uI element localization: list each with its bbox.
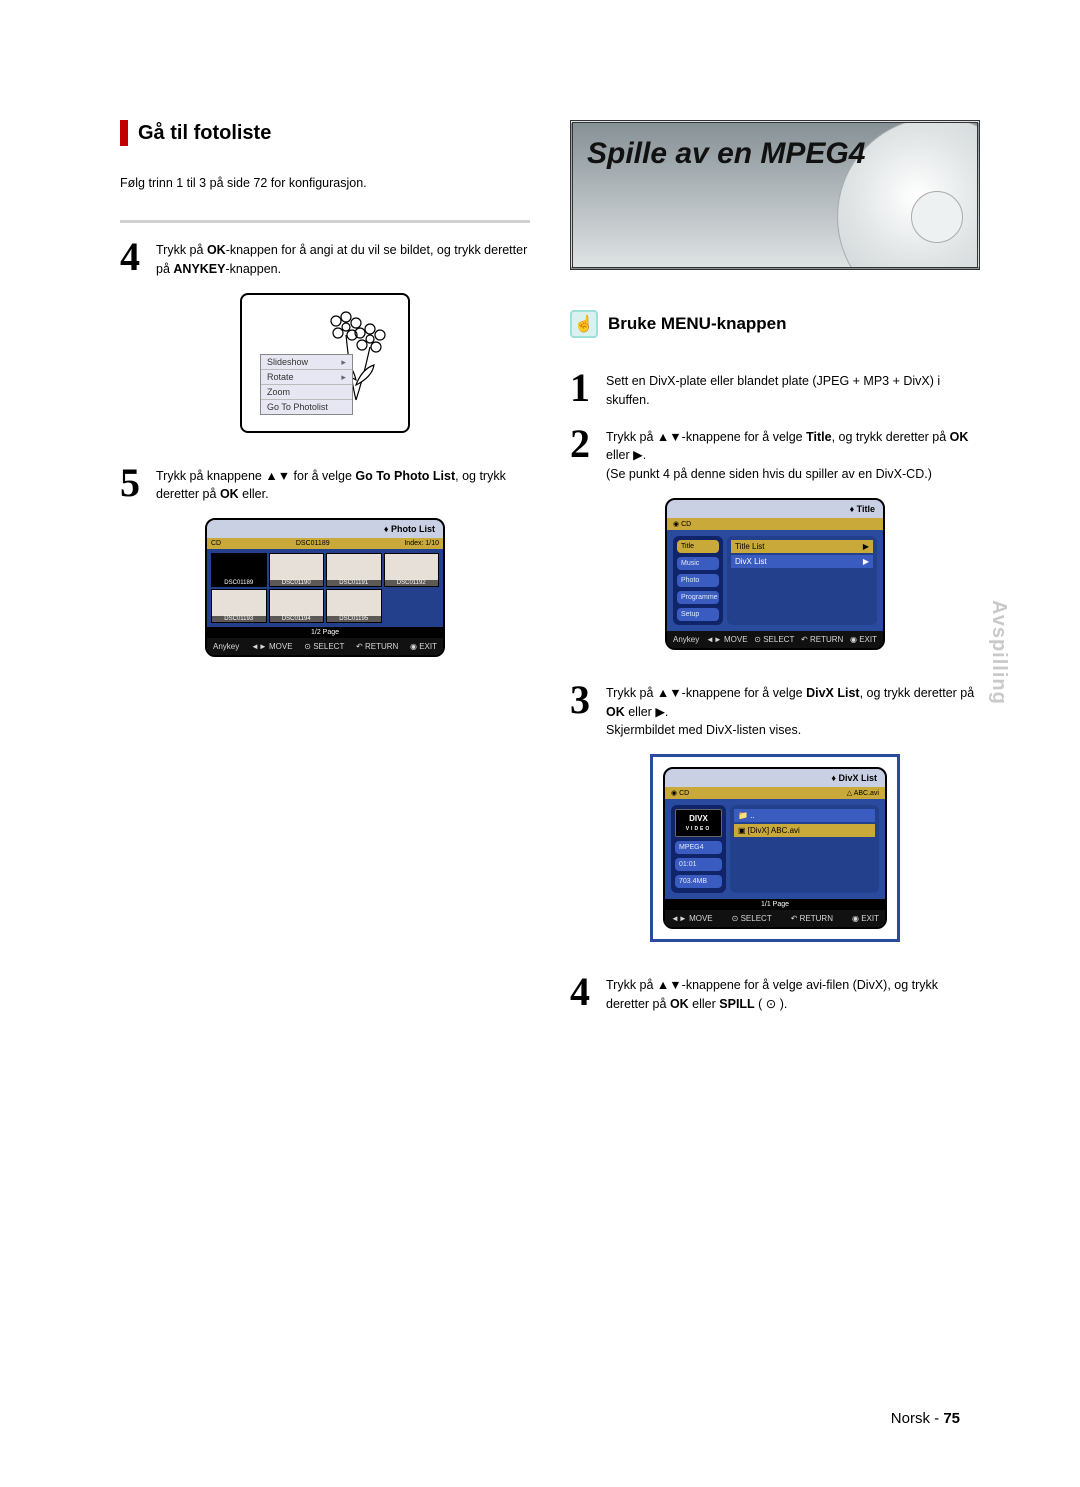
menu-row-title-list[interactable]: Title List▶: [731, 540, 873, 553]
step-number: 4: [570, 972, 596, 1012]
context-menu: Slideshow Rotate Zoom Go To Photolist: [260, 354, 353, 415]
info-size: 703.4MB: [675, 875, 722, 888]
side-tab: Avspilling: [987, 600, 1010, 705]
rule: [120, 220, 530, 223]
page-indicator: 1/2 Page: [207, 627, 443, 638]
hint-exit: ◉ EXIT: [850, 635, 877, 644]
page-footer: Norsk - 75: [891, 1410, 960, 1427]
step-text: Trykk på ▲▼-knappene for å velge DivX Li…: [606, 680, 980, 740]
feature-banner: Spille av en MPEG4: [570, 120, 980, 270]
hint-move: ◄► MOVE: [706, 635, 748, 644]
hint-return: ↶ RETURN: [791, 914, 833, 923]
step-text: Trykk på knappene ▲▼ for å velge Go To P…: [156, 463, 530, 505]
info-time: 01:01: [675, 858, 722, 871]
info-mpeg4: MPEG4: [675, 841, 722, 854]
hint-select: ⊙ SELECT: [754, 635, 794, 644]
hint-select: ⊙ SELECT: [732, 914, 772, 923]
folder-up[interactable]: 📁 ..: [734, 809, 875, 822]
divx-logo: DIVXVIDEO: [675, 809, 722, 837]
step-number: 4: [120, 237, 146, 277]
sidebar-item-photo[interactable]: Photo: [677, 574, 719, 587]
menu-item-goto-photolist[interactable]: Go To Photolist: [261, 400, 352, 414]
menu-item-slideshow[interactable]: Slideshow: [261, 355, 352, 370]
photo-thumb[interactable]: DSC01195: [326, 589, 382, 623]
step-text: Sett en DivX-plate eller blandet plate (…: [606, 368, 980, 410]
section-heading: Gå til fotoliste: [138, 122, 271, 145]
hint-move: ◄► MOVE: [251, 642, 293, 651]
step-number: 3: [570, 680, 596, 720]
file-item[interactable]: ▣ [DivX] ABC.avi: [734, 824, 875, 837]
photo-thumb[interactable]: DSC01191: [326, 553, 382, 587]
feature-title: Spille av en MPEG4: [587, 137, 865, 171]
page-indicator: 1/1 Page: [665, 899, 885, 910]
hint-move: ◄► MOVE: [671, 914, 713, 923]
menu-item-zoom[interactable]: Zoom: [261, 385, 352, 400]
right-column: Spille av en MPEG4 ☝ Bruke MENU-knappen …: [570, 120, 980, 1028]
sidebar-item-setup[interactable]: Setup: [677, 608, 719, 621]
hint-anykey: Anykey: [213, 642, 239, 651]
step-number: 5: [120, 463, 146, 503]
hint-exit: ◉ EXIT: [852, 914, 879, 923]
divx-list-frame: DivX List ◉ CD △ ABC.avi DIVXVIDEO MPEG4…: [650, 754, 900, 942]
left-column: Gå til fotoliste Følg trinn 1 til 3 på s…: [120, 120, 530, 1028]
hint-exit: ◉ EXIT: [410, 642, 437, 651]
step-text: Trykk på ▲▼-knappene for å velge Title, …: [606, 424, 980, 484]
photo-thumb-empty: [384, 589, 440, 623]
divx-list-osd: DivX List ◉ CD △ ABC.avi DIVXVIDEO MPEG4…: [663, 767, 887, 929]
osd-title: Title: [667, 500, 883, 518]
photo-thumb[interactable]: DSC01194: [269, 589, 325, 623]
hint-select: ⊙ SELECT: [304, 642, 344, 651]
section-bar: [120, 120, 128, 146]
hand-icon: ☝: [570, 310, 598, 338]
sidebar-item-music[interactable]: Music: [677, 557, 719, 570]
osd-title: DivX List: [665, 769, 885, 787]
photo-list-osd: Photo List CD DSC01189 Index: 1/10 DSC01…: [205, 518, 445, 657]
menu-row-divx-list[interactable]: DivX List▶: [731, 555, 873, 568]
osd-index: Index: 1/10: [404, 540, 439, 547]
photo-thumb[interactable]: DSC01190: [269, 553, 325, 587]
photo-thumb[interactable]: DSC01192: [384, 553, 440, 587]
preview-image-box: Slideshow Rotate Zoom Go To Photolist: [240, 293, 410, 433]
step-text: Trykk på ▲▼-knappene for å velge avi-fil…: [606, 972, 980, 1014]
intro-text: Følg trinn 1 til 3 på side 72 for konfig…: [120, 176, 530, 190]
osd-title: Photo List: [207, 520, 443, 538]
sidebar-item-title[interactable]: Title: [677, 540, 719, 553]
hint-anykey: Anykey: [673, 635, 699, 644]
hint-return: ↶ RETURN: [801, 635, 843, 644]
step-number: 2: [570, 424, 596, 464]
hint-return: ↶ RETURN: [356, 642, 398, 651]
photo-thumb[interactable]: DSC01189: [211, 553, 267, 587]
osd-source: CD: [211, 540, 221, 547]
sub-heading: Bruke MENU-knappen: [608, 314, 787, 334]
step-number: 1: [570, 368, 596, 408]
osd-current: DSC01189: [296, 540, 330, 547]
sidebar-item-programme[interactable]: Programme: [677, 591, 719, 604]
title-osd: Title ◉ CD TitleMusicPhotoProgrammeSetup…: [665, 498, 885, 650]
menu-item-rotate[interactable]: Rotate: [261, 370, 352, 385]
step-text: Trykk på OK-knappen for å angi at du vil…: [156, 237, 530, 279]
photo-thumb[interactable]: DSC01193: [211, 589, 267, 623]
